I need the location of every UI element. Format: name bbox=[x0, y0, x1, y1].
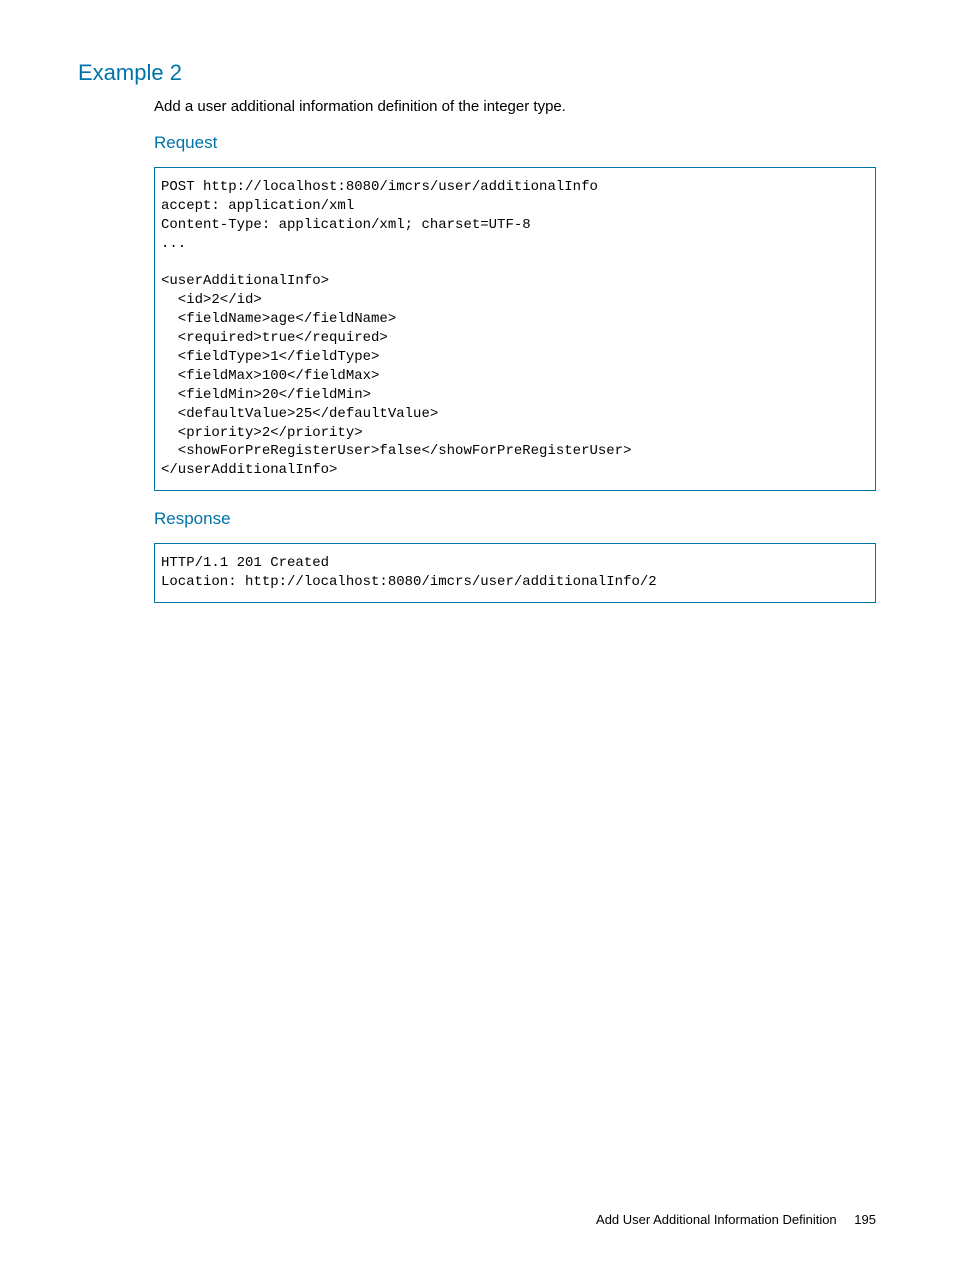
response-heading: Response bbox=[154, 509, 876, 529]
page-number: 195 bbox=[854, 1212, 876, 1227]
request-code-block: POST http://localhost:8080/imcrs/user/ad… bbox=[154, 167, 876, 491]
intro-text: Add a user additional information defini… bbox=[154, 98, 876, 115]
footer-title: Add User Additional Information Definiti… bbox=[596, 1212, 837, 1227]
page-footer: Add User Additional Information Definiti… bbox=[596, 1212, 876, 1227]
response-code-block: HTTP/1.1 201 Created Location: http://lo… bbox=[154, 543, 876, 603]
request-heading: Request bbox=[154, 133, 876, 153]
section-heading: Example 2 bbox=[78, 60, 876, 86]
